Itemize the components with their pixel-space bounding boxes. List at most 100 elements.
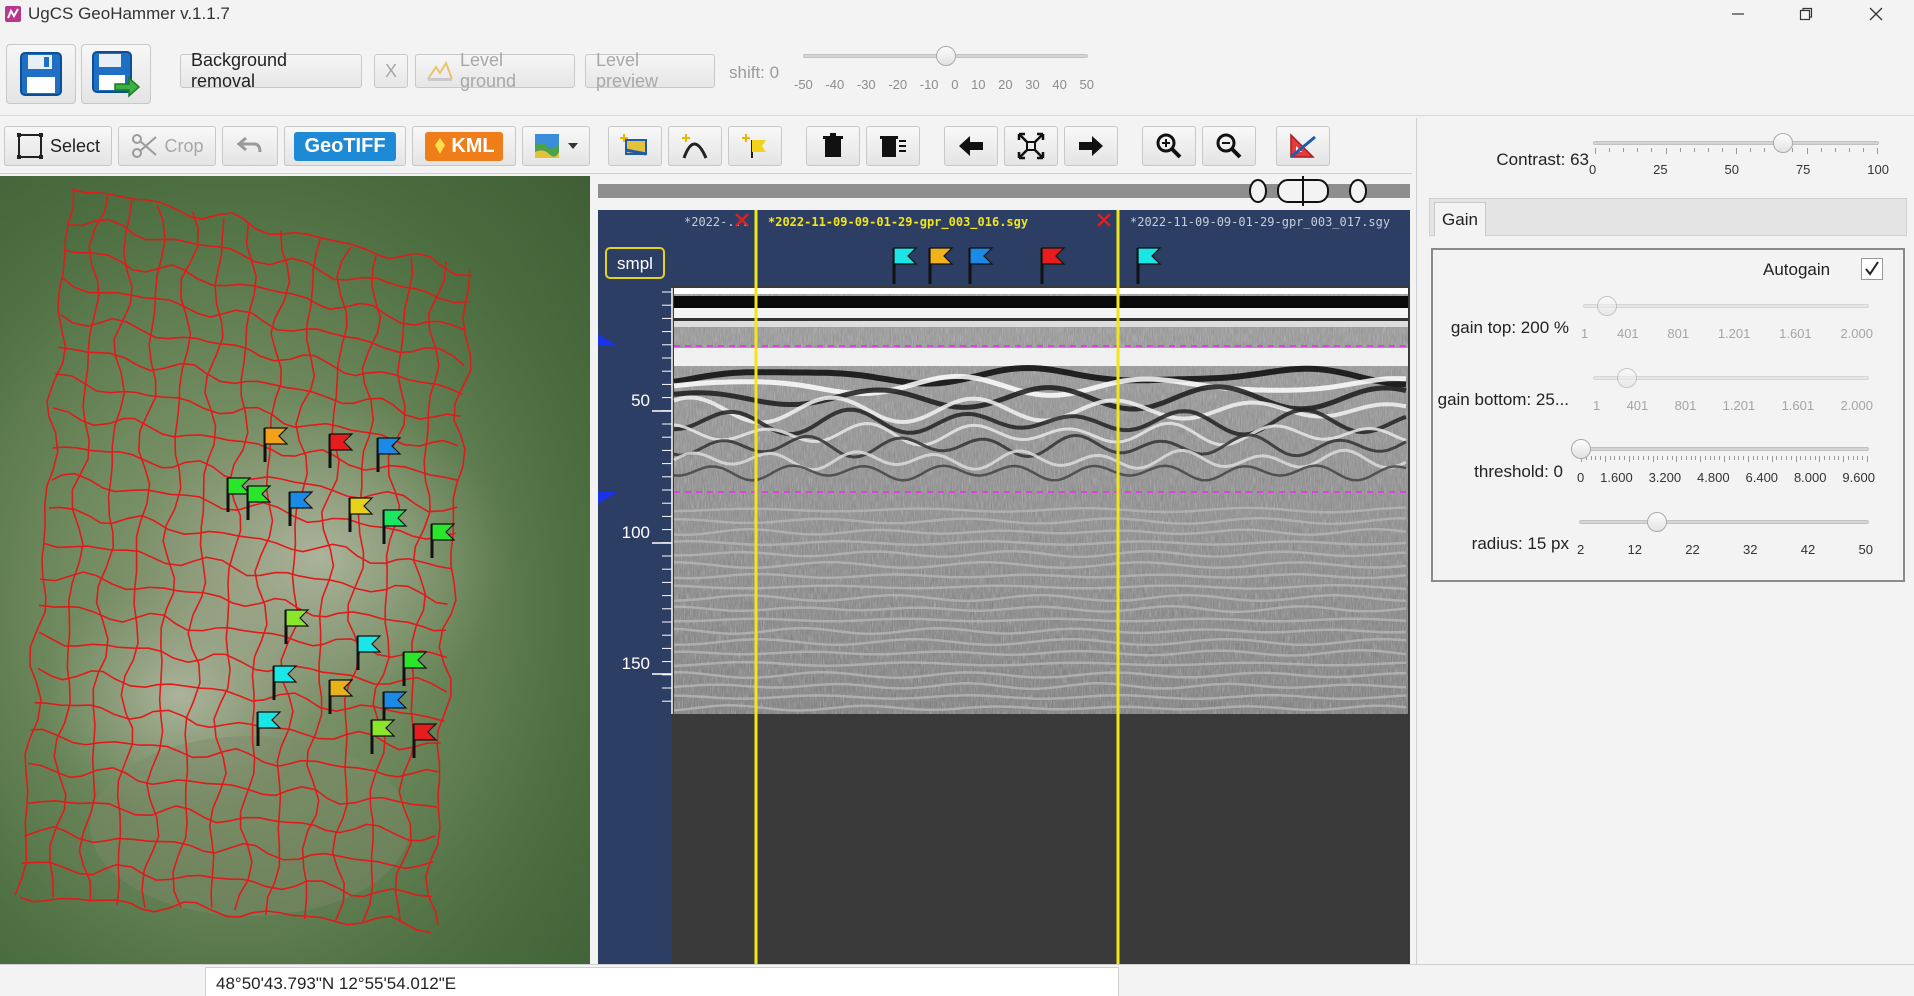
- map-layer-dropdown[interactable]: [522, 126, 590, 166]
- gain-top-slider-thumb[interactable]: [1597, 296, 1617, 316]
- map-canvas[interactable]: [0, 176, 590, 964]
- slider-tick-mark: [1690, 456, 1692, 460]
- restore-button[interactable]: [1776, 0, 1836, 28]
- undo-button[interactable]: [222, 126, 278, 166]
- geotiff-button[interactable]: GeoTIFF: [284, 126, 406, 166]
- file-right-label[interactable]: *2022-11-09-09-01-29-gpr_003_017.sgy: [1130, 215, 1390, 229]
- slider-tick-mark: [1795, 456, 1797, 462]
- save-as-button[interactable]: [81, 44, 151, 104]
- gain-bottom-slider-thumb[interactable]: [1617, 368, 1637, 388]
- select-tool-button[interactable]: Select: [4, 126, 112, 166]
- zoom-out-button[interactable]: [1202, 126, 1256, 166]
- threshold-tick: 4.800: [1697, 470, 1730, 485]
- title-bar: UgCS GeoHammer v.1.1.7: [0, 0, 1914, 28]
- threshold-slider-thumb[interactable]: [1571, 439, 1591, 459]
- radius-slider-thumb[interactable]: [1647, 512, 1667, 532]
- shift-slider-thumb[interactable]: [936, 46, 956, 66]
- delete-all-button[interactable]: [866, 126, 920, 166]
- slider-tick-mark: [1679, 148, 1681, 152]
- next-button[interactable]: [1064, 126, 1118, 166]
- slider-tick-mark: [1685, 456, 1687, 460]
- autogain-checkbox[interactable]: [1861, 258, 1883, 280]
- slider-tick-mark: [1623, 148, 1625, 152]
- gain-top-slider-track[interactable]: [1583, 304, 1869, 308]
- main-toolbar: Background removal X Level ground Level …: [0, 30, 1914, 116]
- slider-tick-mark: [1623, 456, 1625, 460]
- add-flag-button[interactable]: [728, 126, 782, 166]
- slider-tick-mark: [1771, 456, 1773, 462]
- measure-button[interactable]: [1276, 126, 1330, 166]
- tab-bar: Gain: [1429, 198, 1907, 236]
- level-preview-button[interactable]: Level preview: [585, 50, 715, 91]
- delete-button[interactable]: [806, 126, 860, 166]
- restore-icon: [1799, 7, 1813, 21]
- depth-label-100: 100: [622, 523, 650, 542]
- sample-unit-label[interactable]: smpl: [617, 254, 653, 273]
- slider-tick-mark: [1619, 456, 1621, 460]
- select-icon: [16, 133, 43, 159]
- radius-slider-track[interactable]: [1579, 520, 1869, 524]
- contrast-tick: 100: [1867, 162, 1889, 177]
- shift-tick: -50: [794, 77, 813, 92]
- fit-screen-icon: [1017, 132, 1045, 160]
- threshold-tick: 1.600: [1600, 470, 1633, 485]
- slider-tick-mark: [1762, 456, 1764, 460]
- close-button[interactable]: [1846, 0, 1906, 28]
- contrast-label: Contrast: 63: [1496, 150, 1589, 169]
- map-flag-icon[interactable]: [412, 723, 438, 758]
- tab-gain[interactable]: Gain: [1434, 202, 1486, 236]
- slider-tick-mark: [1800, 456, 1802, 460]
- minimize-icon: [1732, 13, 1744, 15]
- slider-tick-mark: [1781, 456, 1783, 460]
- radar-horizontal-scrollbar[interactable]: [598, 176, 1410, 206]
- contrast-slider-track[interactable]: [1593, 141, 1879, 145]
- kml-button[interactable]: KML: [412, 126, 516, 166]
- save-button[interactable]: [6, 44, 76, 104]
- slider-tick-mark: [1848, 148, 1850, 152]
- file-active-label[interactable]: *2022-11-09-09-01-29-gpr_003_016.sgy: [768, 215, 1028, 230]
- level-ground-button[interactable]: Level ground: [415, 50, 575, 91]
- contrast-ticks: 0 25 50 75 100: [1589, 162, 1889, 177]
- slider-tick-mark: [1736, 148, 1737, 154]
- map-view[interactable]: [0, 176, 590, 964]
- scroll-thumb[interactable]: [1248, 176, 1378, 206]
- radargram-canvas[interactable]: 50 100 150 smpl *2022-... *2022-11-09-09…: [598, 210, 1410, 964]
- gain-top-ticks: 1 401 801 1.201 1.601 2.000: [1581, 326, 1873, 341]
- slider-tick-mark: [1604, 456, 1606, 462]
- slider-tick-mark: [1867, 456, 1868, 462]
- geotiff-label: GeoTIFF: [294, 131, 396, 161]
- gain-top-tick: 401: [1616, 326, 1639, 341]
- prev-button[interactable]: [944, 126, 998, 166]
- threshold-slider-track[interactable]: [1579, 447, 1869, 451]
- add-layer-button[interactable]: [608, 126, 662, 166]
- radius-tick: 50: [1858, 542, 1873, 557]
- slider-tick-mark: [1833, 456, 1835, 460]
- slider-tick-mark: [1709, 456, 1711, 460]
- fit-button[interactable]: [1004, 126, 1058, 166]
- checkmark-icon: [1865, 261, 1879, 276]
- slider-tick-mark: [1595, 148, 1596, 154]
- minimize-button[interactable]: [1708, 0, 1768, 28]
- hyperbola-button[interactable]: [668, 126, 722, 166]
- autogain-label: Autogain: [1763, 260, 1831, 279]
- slider-tick-mark: [1714, 456, 1716, 460]
- crop-tool-button[interactable]: Crop: [118, 126, 216, 166]
- shift-label: shift: 0: [729, 63, 780, 82]
- gain-bottom-tick: 1: [1593, 398, 1601, 413]
- band: [674, 296, 1408, 308]
- level-ground-icon: [427, 60, 453, 81]
- gain-top-tick: 801: [1667, 326, 1690, 341]
- radargram-view[interactable]: 50 100 150 smpl *2022-... *2022-11-09-09…: [598, 210, 1410, 964]
- zoom-in-button[interactable]: [1142, 126, 1196, 166]
- background-removal-button[interactable]: Background removal: [180, 50, 362, 91]
- contrast-slider-thumb[interactable]: [1773, 133, 1793, 153]
- cancel-background-removal-button[interactable]: X: [374, 54, 408, 88]
- shift-tick: 40: [1052, 77, 1067, 92]
- contrast-tick: 0: [1589, 162, 1597, 177]
- gain-top-tick: 1.601: [1779, 326, 1812, 341]
- shift-slider-ticks: -50 -40 -30 -20 -10 0 10 20 30 40 50: [794, 77, 1094, 92]
- threshold-tick: 3.200: [1648, 470, 1682, 485]
- shift-tick: 50: [1079, 77, 1094, 92]
- slider-tick-mark: [1724, 456, 1725, 462]
- undo-icon: [236, 136, 262, 153]
